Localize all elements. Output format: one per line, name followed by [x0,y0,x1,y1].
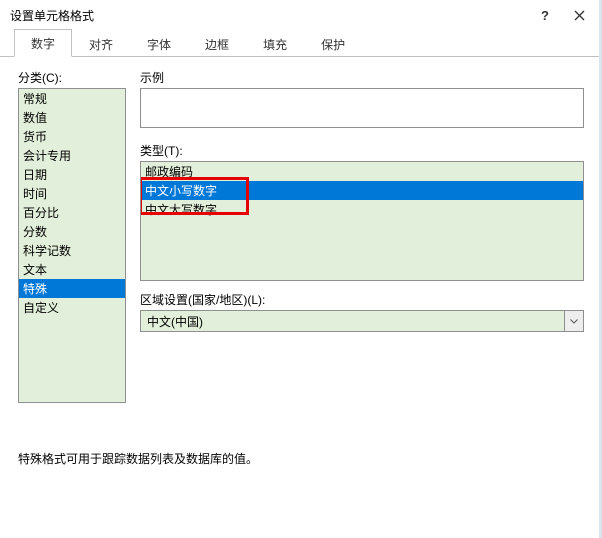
list-item[interactable]: 数值 [19,108,125,127]
tab-fill[interactable]: 填充 [246,30,304,57]
list-item[interactable]: 科学记数 [19,241,125,260]
list-item[interactable]: 文本 [19,260,125,279]
list-item[interactable]: 中文大写数字 [141,200,583,219]
close-button[interactable] [562,4,596,26]
help-button[interactable]: ? [528,4,562,26]
list-item[interactable]: 常规 [19,89,125,108]
list-item[interactable]: 货币 [19,127,125,146]
tab-strip: 数字 对齐 字体 边框 填充 保护 [0,30,602,57]
list-item[interactable]: 中文小写数字 [141,181,583,200]
locale-value: 中文(中国) [141,313,564,330]
sample-box [140,88,584,128]
dropdown-button[interactable] [564,311,583,331]
dialog-title: 设置单元格格式 [10,7,528,24]
tab-number[interactable]: 数字 [14,29,72,57]
list-item[interactable]: 分数 [19,222,125,241]
chevron-down-icon [570,319,578,324]
title-bar: 设置单元格格式 ? [0,0,602,30]
close-icon [574,10,585,21]
hint-text: 特殊格式可用于跟踪数据列表及数据库的值。 [18,450,258,467]
locale-select[interactable]: 中文(中国) [140,310,584,332]
type-list[interactable]: 邮政编码 中文小写数字 中文大写数字 [140,161,584,281]
list-item[interactable]: 特殊 [19,279,125,298]
sample-label: 示例 [140,69,584,86]
list-item[interactable]: 百分比 [19,203,125,222]
list-item[interactable]: 时间 [19,184,125,203]
tab-protection[interactable]: 保护 [304,30,362,57]
tab-font[interactable]: 字体 [130,30,188,57]
list-item[interactable]: 自定义 [19,298,125,317]
locale-label: 区域设置(国家/地区)(L): [140,291,584,308]
category-list[interactable]: 常规 数值 货币 会计专用 日期 时间 百分比 分数 科学记数 文本 特殊 自定… [18,88,126,403]
list-item[interactable]: 日期 [19,165,125,184]
type-label: 类型(T): [140,142,584,159]
category-label: 分类(C): [18,69,126,86]
tab-alignment[interactable]: 对齐 [72,30,130,57]
list-item[interactable]: 会计专用 [19,146,125,165]
list-item[interactable]: 邮政编码 [141,162,583,181]
tab-border[interactable]: 边框 [188,30,246,57]
